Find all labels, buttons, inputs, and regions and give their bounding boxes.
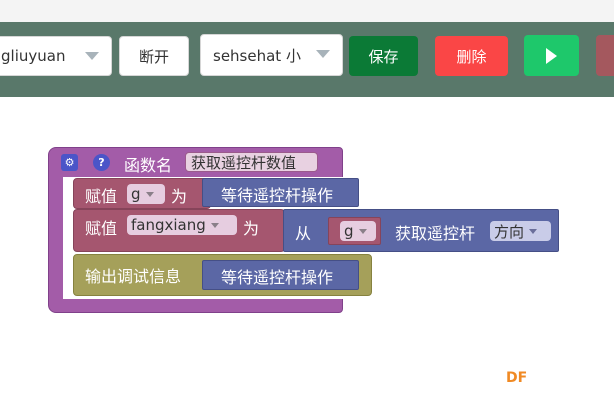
top-strip: [0, 0, 614, 22]
wait-joystick-label-2: 等待遥控杆操作: [221, 268, 334, 287]
property-field-direction[interactable]: 方向: [490, 221, 551, 241]
disconnect-button[interactable]: 断开: [119, 36, 189, 76]
program-select[interactable]: sehsehat 小: [200, 34, 343, 76]
device-select[interactable]: gliuyuan: [0, 36, 112, 76]
assign-label-2: 赋值: [85, 219, 118, 238]
watermark-logo: DF: [506, 370, 528, 386]
assign-to-label-2: 为: [243, 219, 260, 238]
dropdown-arrow-icon: [358, 228, 367, 234]
source-field-g[interactable]: g: [340, 221, 376, 241]
save-button[interactable]: 保存: [349, 36, 418, 76]
run-button[interactable]: [524, 35, 579, 76]
wait-joystick-label-1: 等待遥控杆操作: [221, 186, 334, 205]
variable-field-fangxiang[interactable]: fangxiang: [127, 215, 237, 235]
gear-icon[interactable]: ⚙: [61, 154, 78, 171]
stop-button[interactable]: [596, 35, 614, 76]
chevron-down-icon: [85, 52, 99, 60]
delete-button[interactable]: 删除: [435, 36, 508, 76]
play-icon: [546, 47, 557, 64]
debug-output-label: 输出调试信息: [85, 267, 182, 286]
function-name-field[interactable]: 获取遥控杆数值: [185, 152, 318, 172]
assign-to-label-1: 为: [171, 187, 188, 206]
dropdown-arrow-icon: [529, 228, 538, 234]
program-select-value: sehsehat 小: [213, 46, 301, 65]
get-joystick-label: 获取遥控杆: [395, 224, 476, 243]
workspace[interactable]: ⚙ ? 函数名 获取遥控杆数值 赋值 g 为 等待遥控杆操作 赋值 fangxi…: [0, 97, 614, 409]
chevron-down-icon: [316, 50, 330, 58]
function-header-label: 函数名: [124, 156, 173, 175]
device-select-value: gliuyuan: [1, 47, 66, 65]
toolbar: gliuyuan 断开 sehsehat 小 保存 删除: [0, 22, 614, 97]
help-icon[interactable]: ?: [93, 154, 110, 171]
assign-label-1: 赋值: [85, 187, 118, 206]
variable-field-g[interactable]: g: [127, 184, 165, 204]
from-label: 从: [295, 224, 312, 243]
dropdown-arrow-icon: [210, 222, 219, 228]
dropdown-arrow-icon: [145, 191, 154, 197]
